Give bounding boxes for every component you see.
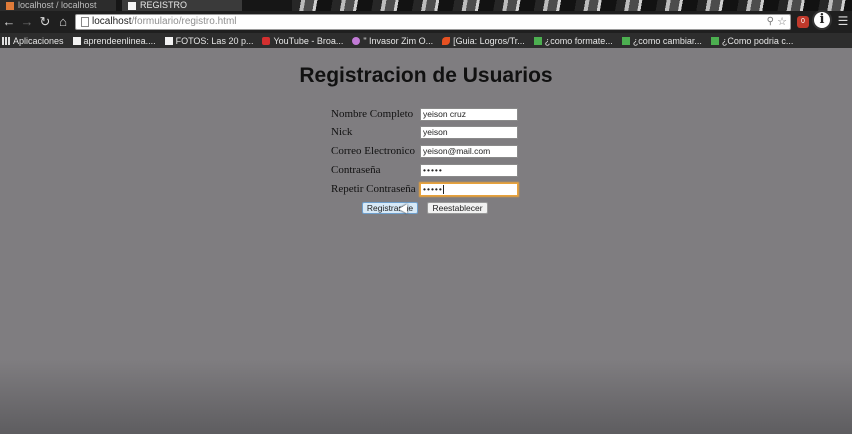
contrasena-label: Contraseña (331, 164, 381, 176)
forward-button[interactable]: → (19, 14, 35, 30)
reestablecer-button[interactable]: Reestablecer (427, 202, 488, 214)
url-text[interactable]: localhost/formulario/registro.html (92, 16, 237, 28)
phpmyadmin-favicon-icon (6, 1, 14, 10)
bookmark-fotos[interactable]: FOTOS: Las 20 p... (164, 35, 254, 46)
correo-label: Correo Electronico (331, 145, 415, 157)
repetir-contrasena-label: Repetir Contraseña (331, 183, 416, 195)
guia-icon (442, 36, 451, 45)
bookmark-label: " Invasor Zim O... (363, 35, 434, 46)
address-bar[interactable]: localhost/formulario/registro.html ⚲ ☆ (75, 14, 791, 30)
bookmark-label: YouTube - Broa... (273, 35, 344, 46)
bookmark-label: aprendeenlinea.... (83, 35, 156, 46)
text-caret (442, 185, 444, 195)
arrow-left-icon: ← (2, 14, 16, 29)
page-icon (72, 36, 81, 45)
page-icon (164, 36, 173, 45)
green-bookmark-icon (621, 36, 630, 45)
reload-button[interactable]: ↻ (37, 14, 53, 30)
url-host: localhost (92, 16, 132, 27)
nombre-label: Nombre Completo (331, 108, 414, 120)
home-icon: ⌂ (59, 14, 67, 29)
bookmark-como-formatear[interactable]: ¿como formate... (533, 35, 613, 46)
bookmark-label: ¿como formate... (544, 35, 613, 46)
bookmarks-bar: Aplicaciones aprendeenlinea.... FOTOS: L… (0, 33, 852, 48)
bookmark-aprendeenlinea[interactable]: aprendeenlinea.... (72, 35, 156, 46)
youtube-icon (262, 36, 271, 45)
nick-label: Nick (331, 126, 353, 138)
repetir-contrasena-input[interactable]: ••••• (420, 183, 518, 196)
info-glyph: i (819, 12, 825, 27)
url-path: /formulario/registro.html (131, 16, 237, 27)
extension-badge: 0 (801, 18, 805, 25)
tab-registro[interactable]: REGISTRO (122, 0, 242, 11)
hamburger-menu-icon[interactable]: ☰ (836, 14, 850, 28)
contrasena-input[interactable]: ••••• (420, 164, 518, 177)
tab-localhost[interactable]: localhost / localhost (0, 0, 116, 11)
info-icon[interactable]: i (812, 10, 832, 30)
extension-icon[interactable]: 0 (797, 16, 809, 28)
page-title: Registracion de Usuarios (299, 64, 553, 87)
bookmark-aplicaciones[interactable]: Aplicaciones (2, 36, 64, 46)
repetir-contrasena-value: ••••• (423, 184, 443, 194)
browser-toolbar: ← → ↻ ⌂ localhost/formulario/registro.ht… (0, 11, 852, 33)
arrow-right-icon: → (20, 14, 34, 29)
correo-input[interactable]: yeison@mail.com (420, 145, 518, 158)
tab-strip: localhost / localhost REGISTRO (0, 0, 852, 11)
tab-label: localhost / localhost (18, 0, 97, 10)
bookmark-label: FOTOS: Las 20 p... (175, 35, 254, 46)
page-favicon-icon (128, 1, 136, 10)
bookmark-label: ¿como cambiar... (632, 35, 702, 46)
green-bookmark-icon (710, 36, 719, 45)
home-button[interactable]: ⌂ (55, 14, 71, 30)
nick-input[interactable]: yeison (420, 126, 518, 139)
bookmark-como-podria[interactable]: ¿Como podria c... (710, 35, 794, 46)
zoom-icon[interactable]: ⚲ (767, 15, 774, 29)
bookmark-guia[interactable]: [Guia: Logros/Tr... (442, 36, 525, 46)
bookmark-label: Aplicaciones (13, 35, 64, 46)
bookmark-youtube[interactable]: YouTube - Broa... (262, 36, 343, 46)
back-button[interactable]: ← (1, 14, 17, 30)
nombre-input[interactable]: yeison cruz (420, 108, 518, 121)
bookmark-label: ¿Como podria c... (721, 35, 794, 46)
apps-icon (2, 36, 10, 45)
bookmark-como-cambiar[interactable]: ¿como cambiar... (621, 35, 702, 46)
reload-icon: ↻ (39, 14, 51, 29)
page-icon (81, 17, 89, 27)
bookmark-label: [Guia: Logros/Tr... (453, 35, 525, 46)
bookmark-star-icon[interactable]: ☆ (777, 15, 787, 29)
tab-label: REGISTRO (140, 0, 188, 10)
zim-icon (352, 36, 361, 45)
bookmark-invasor-zim[interactable]: " Invasor Zim O... (352, 36, 433, 46)
green-bookmark-icon (533, 36, 542, 45)
page-bottom-shade (0, 360, 852, 434)
tabstrip-background (292, 0, 852, 11)
